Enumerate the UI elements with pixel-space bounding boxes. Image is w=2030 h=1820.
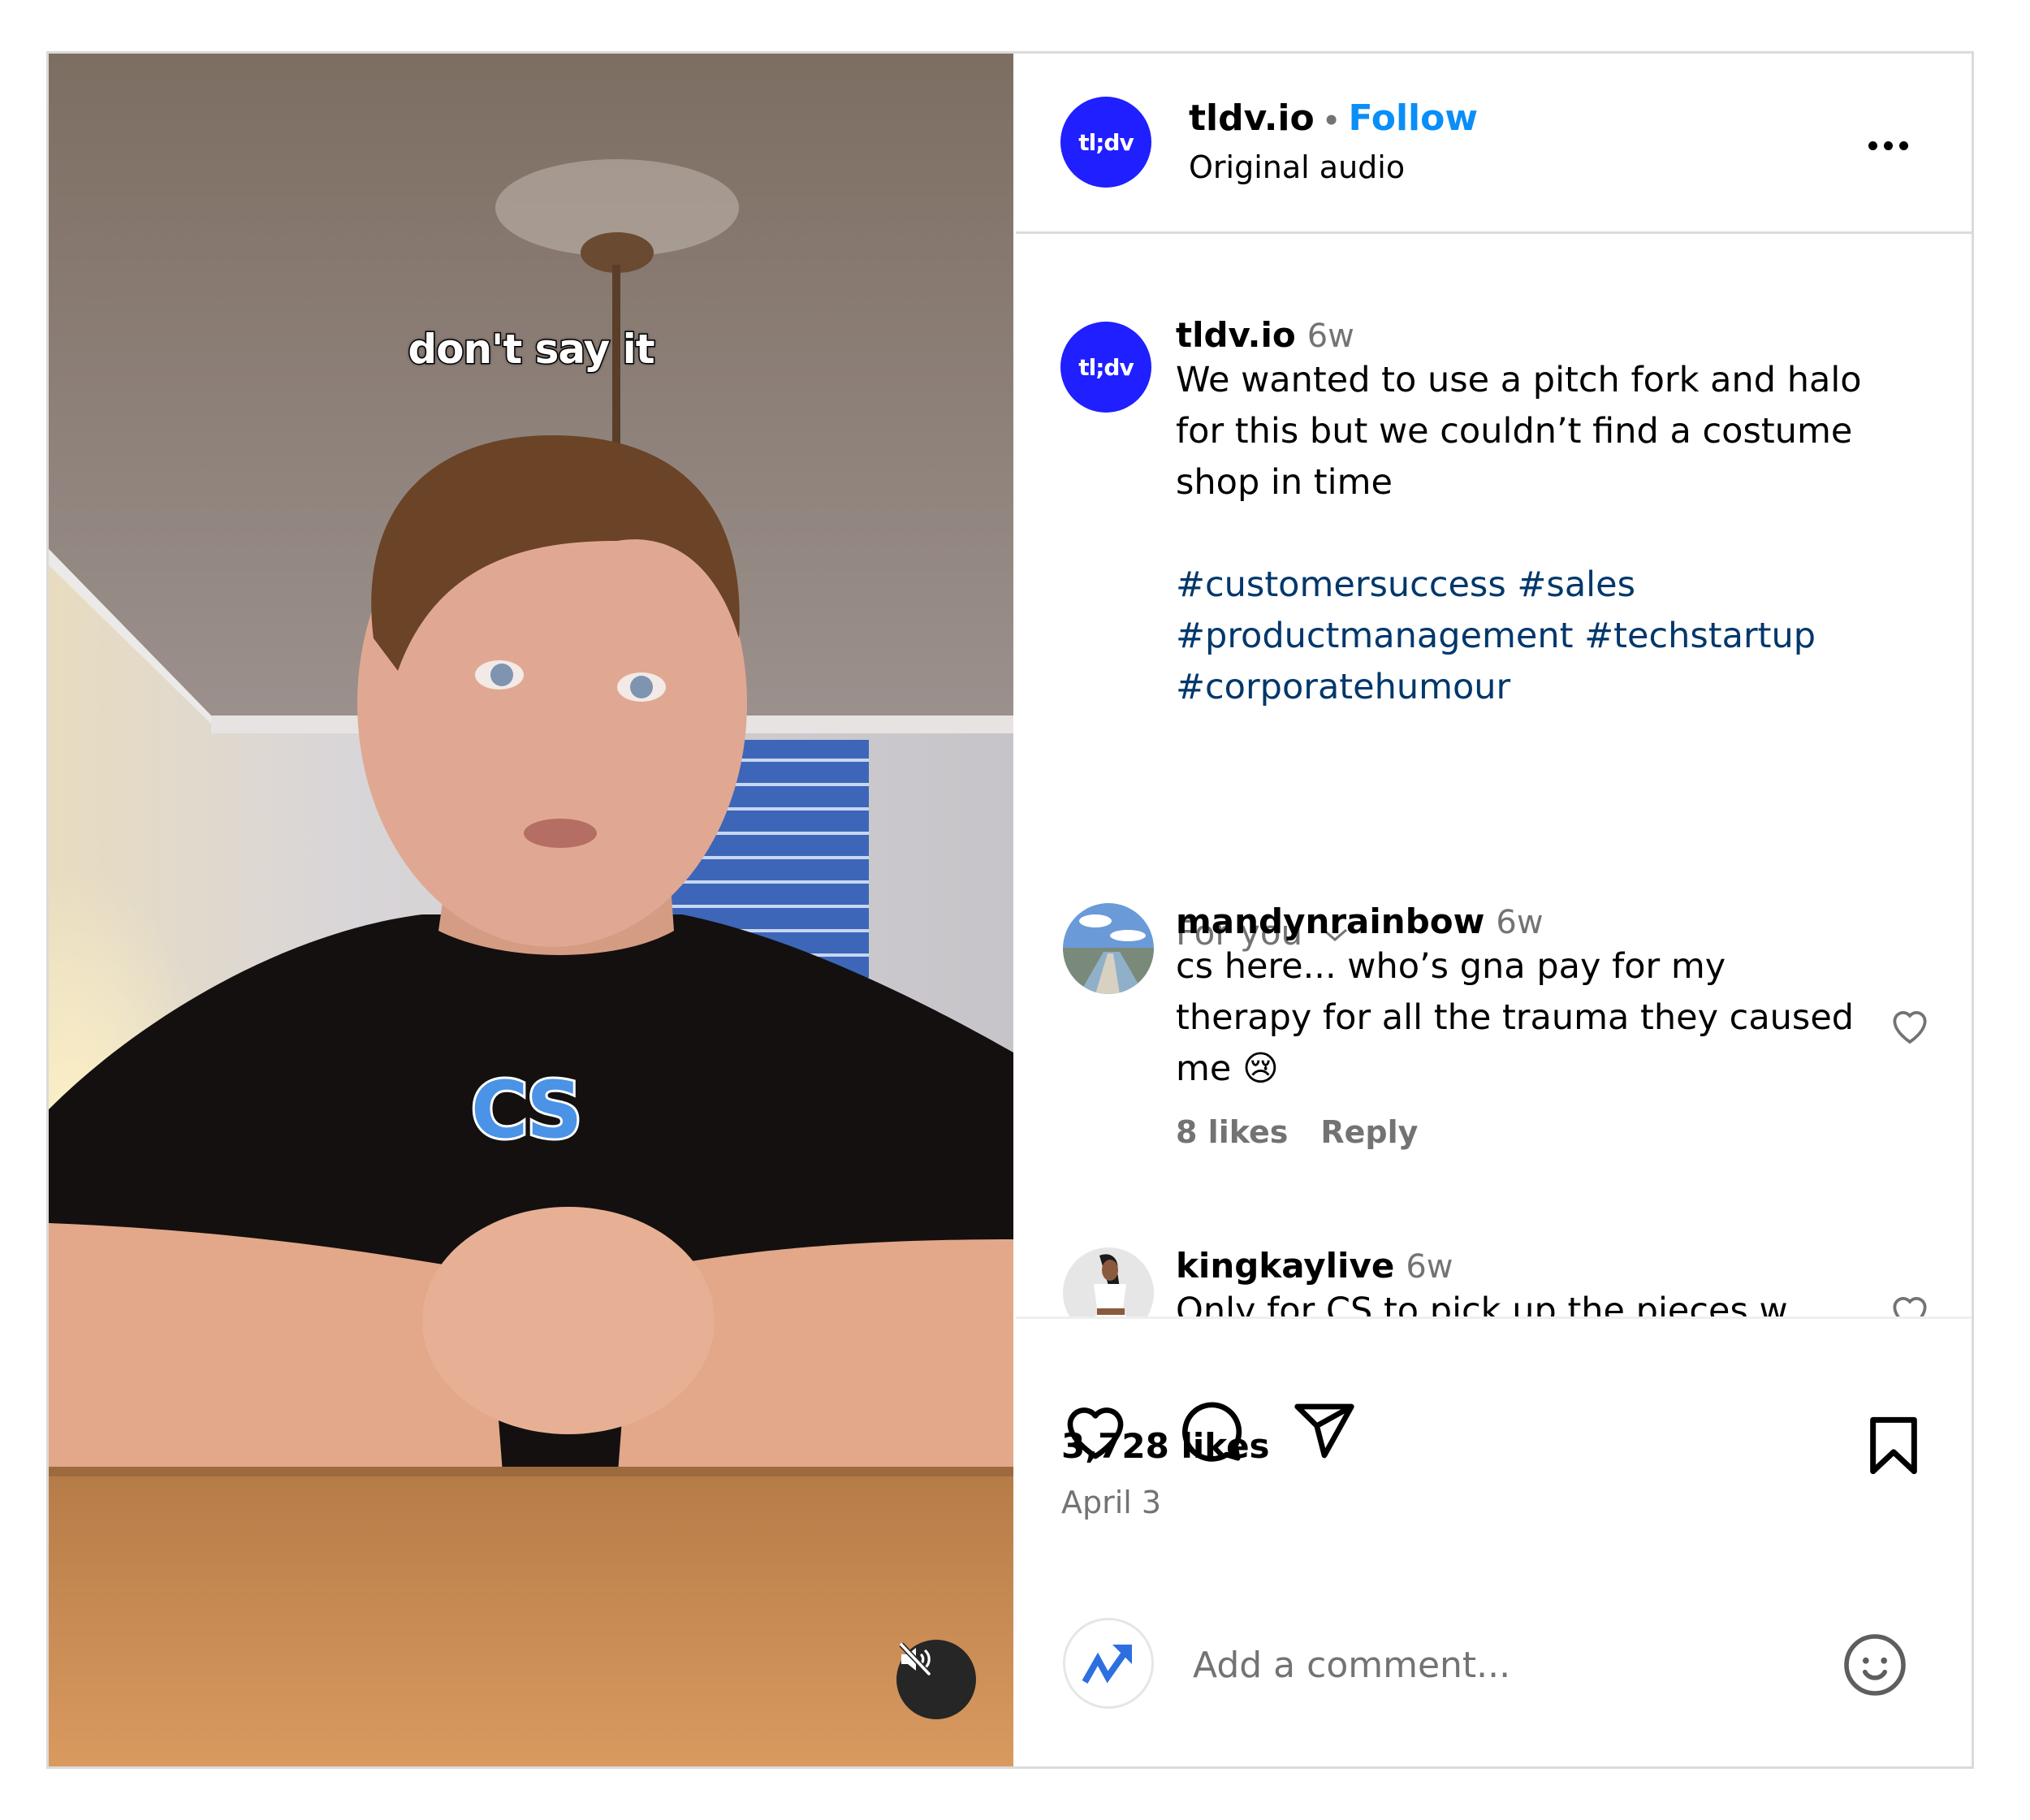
comment-time: 6w: [1406, 1248, 1453, 1286]
comment-item: mandynrainbow 6w cs here... who’s gna pay…: [1176, 901, 1890, 1150]
video-frame: [49, 54, 1013, 1766]
comment-text: cs here... who’s gna pay for my therapy …: [1176, 941, 1890, 1095]
caption-time: 6w: [1307, 318, 1354, 355]
comment-meta: 8 likes Reply: [1176, 1114, 1890, 1150]
author-avatar[interactable]: tl;dv: [1060, 97, 1151, 188]
comment-line: cs here... who’s gna pay for my: [1176, 946, 1726, 987]
more-options-button[interactable]: [1868, 133, 1925, 158]
trending-up-icon: [1082, 1645, 1132, 1684]
comment-like-icon[interactable]: [1887, 1004, 1933, 1046]
caption-line: shop in time: [1176, 462, 1393, 503]
smiley-icon[interactable]: [1841, 1631, 1909, 1699]
commenter-avatar[interactable]: [1063, 1247, 1154, 1316]
video-caption-overlay: don't say it: [407, 325, 656, 374]
separator-dot: •: [1322, 105, 1341, 137]
hashtag-link[interactable]: #customersuccess: [1176, 564, 1506, 605]
commenter-avatar[interactable]: [1063, 903, 1154, 994]
caption-text: We wanted to use a pitch fork and halo f…: [1176, 355, 1907, 713]
caption-line: We wanted to use a pitch fork and halo: [1176, 360, 1862, 400]
comment-likes-count[interactable]: 8 likes: [1176, 1114, 1288, 1150]
follow-button[interactable]: Follow: [1348, 97, 1478, 139]
comment-line: me 😢: [1176, 1048, 1279, 1089]
video-shirt-caption: CS: [469, 1062, 585, 1158]
likes-count[interactable]: 3,728 likes: [1061, 1426, 1270, 1466]
comment-input[interactable]: [1191, 1636, 1828, 1694]
mute-button[interactable]: [896, 1640, 976, 1719]
author-username[interactable]: tldv.io: [1189, 97, 1315, 139]
comments-scroll-area[interactable]: tl;dv tldv.io 6w We wanted to use a pitch…: [1016, 234, 1972, 1319]
post-header: tl;dv tldv.io • Follow Original audio: [1016, 54, 1972, 234]
comment-username[interactable]: mandynrainbow: [1176, 901, 1484, 941]
current-user-avatar: [1063, 1618, 1154, 1709]
speaker-muted-icon: [899, 1642, 931, 1676]
avatar-image: [1063, 903, 1154, 994]
comment-like-icon[interactable]: [1887, 1290, 1933, 1319]
post-details-panel: tl;dv tldv.io • Follow Original audio tl;d…: [1016, 54, 1972, 1766]
avatar-image: [1063, 1247, 1154, 1316]
reply-button[interactable]: Reply: [1320, 1114, 1418, 1150]
audio-link[interactable]: Original audio: [1189, 149, 1405, 185]
caption-username[interactable]: tldv.io: [1176, 315, 1296, 355]
video-player[interactable]: don't say it CS: [49, 54, 1013, 1766]
comment-time: 6w: [1496, 904, 1544, 941]
comment-line: therapy for all the trauma they caused: [1176, 997, 1855, 1038]
caption-block: tldv.io 6w We wanted to use a pitch fork …: [1176, 315, 1907, 713]
hashtag-link[interactable]: #sales: [1517, 564, 1635, 605]
caption-line: for this but we couldn’t find a costume: [1176, 411, 1853, 452]
post-date: April 3: [1061, 1485, 1162, 1520]
comment-line: Only for CS to pick up the pieces w: [1176, 1290, 1788, 1319]
header-title: tldv.io • Follow: [1189, 97, 1478, 139]
more-dot: [1884, 140, 1893, 150]
comment-text: Only for CS to pick up the pieces w the …: [1176, 1286, 1890, 1319]
bookmark-icon[interactable]: [1865, 1415, 1922, 1476]
comment-username[interactable]: kingkaylive: [1176, 1246, 1394, 1286]
hashtag-link[interactable]: #productmanagement: [1176, 616, 1573, 656]
more-horizontal-icon: [1868, 140, 1877, 150]
more-dot: [1899, 140, 1908, 150]
send-icon[interactable]: [1292, 1399, 1357, 1463]
caption-author-avatar[interactable]: tl;dv: [1060, 322, 1151, 413]
hashtag-link[interactable]: #corporatehumour: [1176, 667, 1510, 707]
hashtag-link[interactable]: #techstartup: [1584, 616, 1816, 656]
action-bar: [1016, 1319, 1972, 1475]
comment-item: kingkaylive 6w Only for CS to pick up the…: [1176, 1246, 1890, 1319]
add-comment-bar: [1016, 1548, 1972, 1766]
